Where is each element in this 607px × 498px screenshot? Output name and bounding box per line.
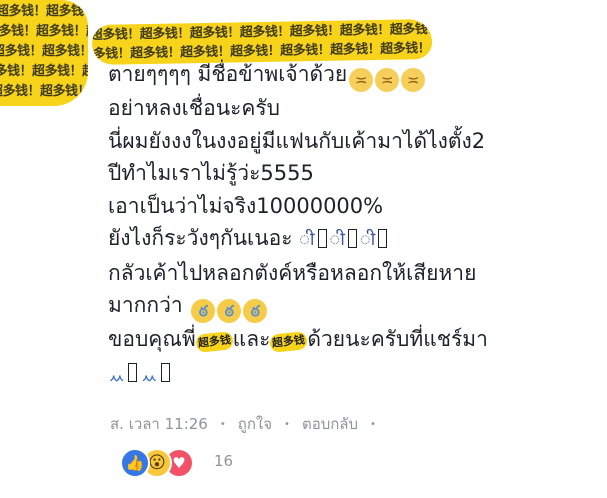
- crying-face-icon: ఠ: [191, 299, 216, 323]
- crying-face-icon: ఠ: [243, 299, 268, 323]
- brush-pattern: 超多钱！超多钱！超多钱！超多钱！超多钱！超多钱！超多钱！: [0, 84, 88, 99]
- raised-hands-icon: ᆻ: [140, 361, 158, 384]
- comment-line: ᆻᆻ: [108, 356, 598, 390]
- comment-line: ขอบคุณพี่超多钱และ超多钱ด้วยนะครับที่แชร์มา: [108, 327, 488, 353]
- crying-face-icon: ఠ: [217, 299, 242, 323]
- brush-pattern: 超多钱！超多钱！超多钱！超多钱！超多钱！超多钱！超多钱！: [0, 24, 88, 39]
- comment-meta: ส. เวลา 11:26 • ถูกใจ • ตอบกลับ •: [110, 412, 388, 436]
- dot-separator: •: [370, 419, 376, 430]
- comment-line: เอาเป็นว่าไม่จริง10000000%: [108, 193, 384, 218]
- comment-line: นี่ผมยังงงในงงอยู่มีแฟนกับเค้ามาได้ไงตั้…: [108, 128, 486, 153]
- comment-line: ตายๆๆๆๆ มีชื่อข้าพเจ้าด้วย ≍ ≍ ≍: [108, 58, 598, 92]
- missing-glyph-icon: [317, 229, 327, 248]
- missing-glyph-icon: [160, 362, 170, 382]
- tired-face-icon: ≍: [349, 68, 374, 92]
- timestamp[interactable]: ส. เวลา 11:26: [110, 412, 208, 436]
- comment-body: ตายๆๆๆๆ มีชื่อข้าพเจ้าด้วย ≍ ≍ ≍ อย่าหลงเชื…: [108, 58, 598, 389]
- brush-pattern: 超多钱！超多钱！超多钱！超多钱！超多钱！超多钱！超多钱！: [0, 44, 88, 59]
- praying-hand-icon: ी: [329, 229, 345, 250]
- mention-sticker[interactable]: 超多钱: [194, 331, 234, 353]
- comment-line: กลัวเค้าไปหลอกตังค์หรือหลอกให้เสียหาย: [108, 260, 477, 285]
- dot-separator: •: [219, 419, 226, 430]
- praying-hand-icon: ी: [299, 229, 315, 250]
- mention-sticker[interactable]: 超多钱: [269, 331, 309, 353]
- missing-glyph-icon: [128, 362, 138, 382]
- like-link[interactable]: ถูกใจ: [238, 412, 272, 436]
- brush-pattern: 超多钱！超多钱！超多钱！超多钱！超多钱！超多钱！超多钱！: [0, 64, 88, 79]
- missing-glyph-icon: [347, 229, 357, 248]
- reaction-count: 16: [214, 452, 234, 470]
- comment-line: มากกว่า ఠఠఠ: [108, 289, 598, 323]
- dot-separator: •: [284, 419, 290, 430]
- comment-line: ยังไงก็ระวังๆกันเนอะ ीीी: [108, 222, 598, 257]
- tired-face-icon: ≍: [375, 68, 400, 92]
- raised-hands-icon: ᆻ: [108, 361, 126, 384]
- comment-line: อย่าหลงเชื่อนะครับ: [108, 96, 281, 120]
- brush-pattern: 超多钱！超多钱！超多钱！超多钱！超多钱！超多钱！超多钱！: [0, 4, 88, 19]
- comment-line: ปีทำไมเราไม่รู้ว่ะ5555: [108, 161, 314, 185]
- like-icon: 👍: [120, 448, 150, 478]
- reply-link[interactable]: ตอบกลับ: [302, 412, 358, 436]
- missing-glyph-icon: [378, 229, 388, 248]
- tired-face-icon: ≍: [401, 68, 426, 92]
- highlight-brush-left: 超多钱！超多钱！超多钱！超多钱！超多钱！超多钱！超多钱！ 超多钱！超多钱！超多钱…: [0, 0, 88, 106]
- praying-hand-icon: ी: [359, 229, 376, 250]
